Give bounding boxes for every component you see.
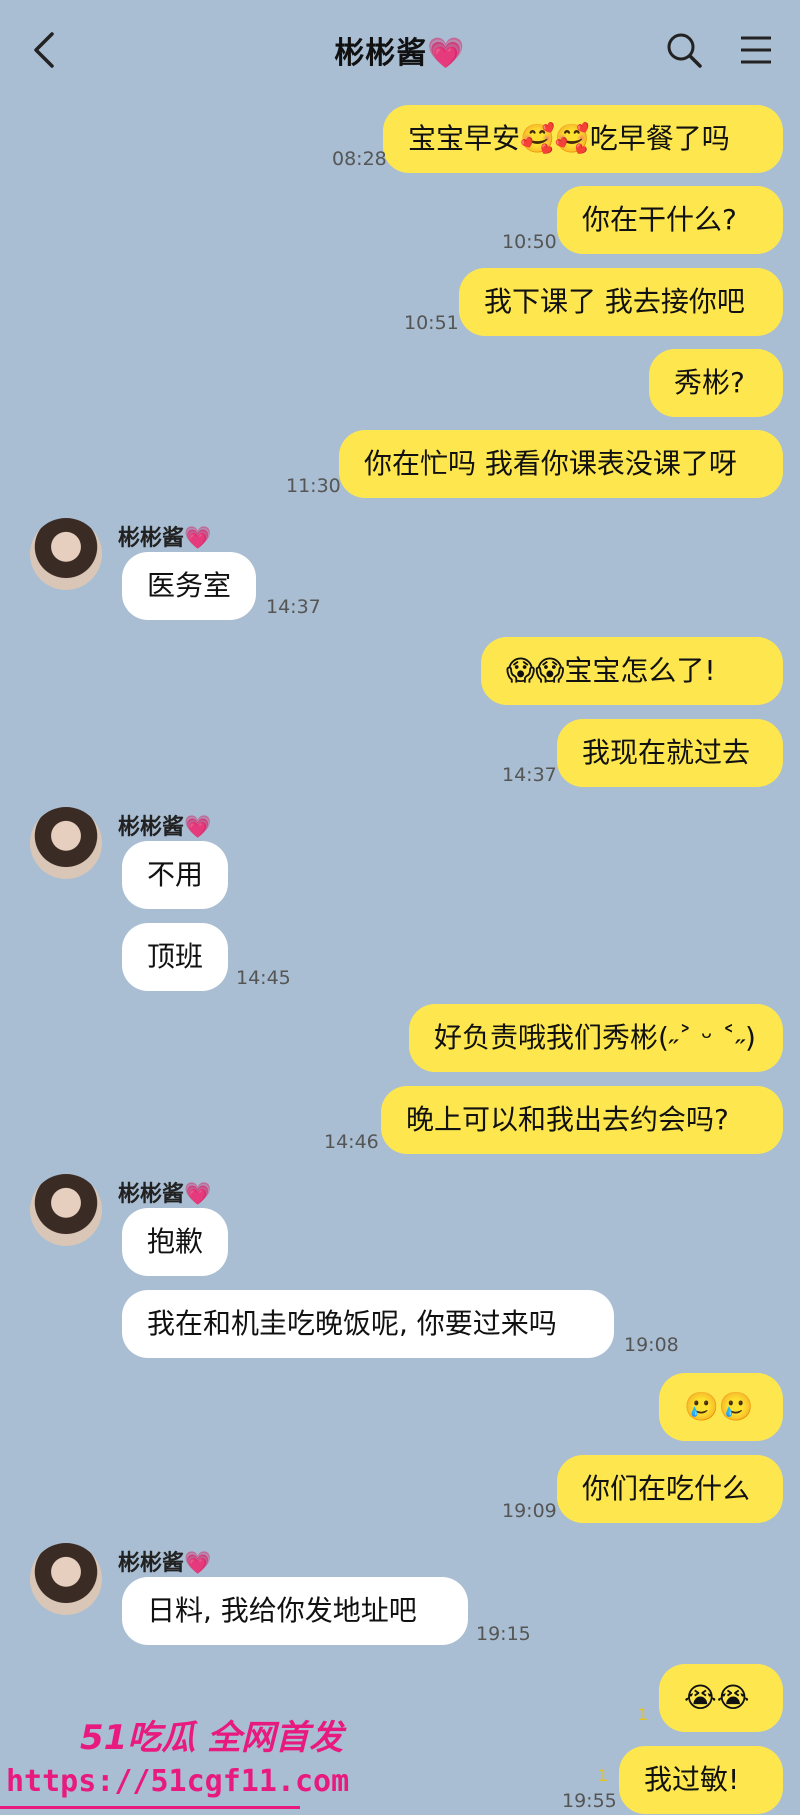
search-icon[interactable] xyxy=(664,30,704,70)
watermark-url: https://51cgf11.com xyxy=(6,1764,350,1799)
message-bubble[interactable]: 医务室 xyxy=(122,552,256,620)
menu-icon[interactable] xyxy=(737,30,775,70)
message-bubble[interactable]: 秀彬? xyxy=(649,349,783,417)
message-time: 19:55 xyxy=(562,1790,617,1812)
message-bubble[interactable]: 不用 xyxy=(122,841,228,909)
message-bubble[interactable]: 我现在就过去 xyxy=(557,719,783,787)
message-bubble[interactable]: 😱😱宝宝怎么了! xyxy=(481,637,783,705)
message-bubble[interactable]: 🥲🥲 xyxy=(659,1373,783,1441)
message-time: 19:09 xyxy=(502,1500,557,1522)
heart-icon: 💗 xyxy=(184,1182,212,1207)
sender-name: 彬彬酱💗 xyxy=(118,526,212,551)
watermark-underline xyxy=(0,1806,300,1809)
message-bubble[interactable]: 我过敏! xyxy=(619,1746,783,1814)
message-bubble[interactable]: 日料, 我给你发地址吧 xyxy=(122,1577,468,1645)
avatar[interactable] xyxy=(30,807,102,879)
message-bubble[interactable]: 你在干什么? xyxy=(557,186,783,254)
message-time: 19:08 xyxy=(624,1334,679,1356)
message-bubble[interactable]: 我下课了 我去接你吧 xyxy=(459,268,783,336)
unread-count: 1 xyxy=(598,1766,609,1785)
message-time: 10:50 xyxy=(502,231,557,253)
message-time: 14:45 xyxy=(236,967,291,989)
message-bubble[interactable]: 你们在吃什么 xyxy=(557,1455,783,1523)
message-time: 11:30 xyxy=(286,475,341,497)
message-time: 08:28 xyxy=(332,148,387,170)
avatar[interactable] xyxy=(30,518,102,590)
message-bubble[interactable]: 好负责哦我们秀彬(˶˃ ᵕ ˂˶) xyxy=(409,1004,783,1072)
message-time: 14:37 xyxy=(502,764,557,786)
unread-count: 1 xyxy=(638,1705,649,1724)
watermark-brand: 51吃瓜 全网首发 xyxy=(80,1718,344,1758)
heart-icon: 💗 xyxy=(184,1551,212,1576)
message-time: 10:51 xyxy=(404,312,459,334)
avatar[interactable] xyxy=(30,1543,102,1615)
message-bubble[interactable]: 顶班 xyxy=(122,923,228,991)
avatar[interactable] xyxy=(30,1174,102,1246)
heart-icon: 💗 xyxy=(184,526,212,551)
message-bubble[interactable]: 晚上可以和我出去约会吗? xyxy=(381,1086,783,1154)
heart-icon: 💗 xyxy=(184,815,212,840)
message-bubble[interactable]: 我在和机圭吃晚饭呢, 你要过来吗 xyxy=(122,1290,614,1358)
message-time: 19:15 xyxy=(476,1623,531,1645)
chat-title-text: 彬彬酱 xyxy=(334,36,428,71)
message-bubble[interactable]: 宝宝早安🥰🥰吃早餐了吗 xyxy=(383,105,783,173)
sender-name: 彬彬酱💗 xyxy=(118,815,212,840)
message-time: 14:46 xyxy=(324,1131,379,1153)
sender-name: 彬彬酱💗 xyxy=(118,1182,212,1207)
heart-icon: 💗 xyxy=(427,36,466,71)
sender-name: 彬彬酱💗 xyxy=(118,1551,212,1576)
message-bubble[interactable]: 抱歉 xyxy=(122,1208,228,1276)
chat-header: 彬彬酱💗 xyxy=(0,0,800,100)
message-time: 14:37 xyxy=(266,596,321,618)
message-bubble[interactable]: 😭😭 xyxy=(659,1664,783,1732)
message-bubble[interactable]: 你在忙吗 我看你课表没课了呀 xyxy=(339,430,783,498)
